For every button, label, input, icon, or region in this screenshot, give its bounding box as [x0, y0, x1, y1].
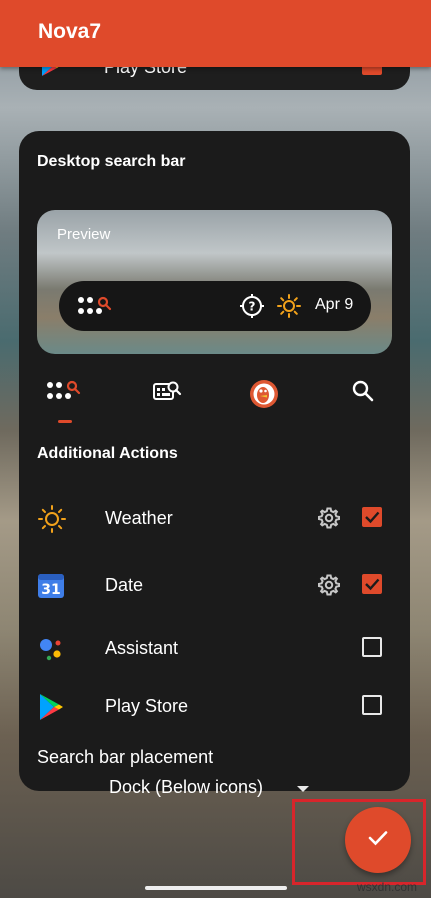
calendar-icon-day: 31 [41, 582, 60, 598]
app-drawer-search-icon [46, 379, 84, 410]
preview-search-pill: ? Apr 9 [59, 281, 371, 331]
keyboard-search-icon [152, 379, 182, 410]
tab-duckduckgo[interactable] [244, 379, 284, 419]
play-store-icon [37, 692, 67, 722]
weather-sun-icon [37, 504, 67, 534]
search-style-tabs [19, 371, 410, 423]
action-row-play-store[interactable]: Play Store [19, 678, 410, 734]
weather-checkbox[interactable] [362, 507, 382, 527]
chevron-down-icon [297, 786, 309, 792]
duckduckgo-icon [249, 379, 279, 414]
tab-plain-search[interactable] [343, 379, 383, 419]
action-label: Weather [105, 508, 173, 528]
watermark: wsxdn.com [357, 880, 418, 894]
placement-value: Dock (Below icons) [109, 777, 264, 797]
search-icon [351, 379, 375, 408]
svg-text:?: ? [249, 300, 256, 314]
action-label: Assistant [105, 638, 179, 658]
selected-tab-indicator [58, 420, 72, 423]
gear-icon[interactable] [317, 506, 341, 535]
preview-label: Preview [57, 226, 111, 243]
action-label: Date [105, 575, 144, 595]
placement-dropdown[interactable]: Dock (Below icons) [109, 777, 309, 803]
weather-sun-icon [277, 294, 301, 323]
navigation-home-bar[interactable] [145, 886, 287, 890]
additional-actions-title: Additional Actions [37, 445, 178, 462]
assistant-icon [37, 634, 67, 664]
action-label: Play Store [105, 696, 189, 716]
section-title: Desktop search bar [37, 153, 186, 170]
date-checkbox[interactable] [362, 574, 382, 594]
preview-date: Apr 9 [315, 296, 354, 313]
calendar-icon: 31 [37, 571, 67, 601]
assistant-checkbox[interactable] [362, 637, 382, 657]
tab-keyboard-search[interactable] [147, 379, 187, 419]
action-row-weather[interactable]: Weather [19, 490, 410, 546]
placement-title: Search bar placement [37, 747, 214, 767]
action-row-date[interactable]: 31 Date [19, 557, 410, 613]
gear-icon[interactable] [317, 573, 341, 602]
confirm-fab-button[interactable] [345, 807, 411, 873]
assistant-lens-icon: ? [240, 294, 264, 323]
app-drawer-search-icon [77, 295, 115, 324]
play-store-checkbox[interactable] [362, 695, 382, 715]
action-row-assistant[interactable]: Assistant [19, 620, 410, 676]
app-bar: Nova7 [0, 0, 431, 67]
search-bar-settings-card: Desktop search bar Preview ? Apr 9 Addit… [19, 131, 410, 797]
checkmark-icon [365, 825, 391, 856]
page-title: Nova7 [38, 20, 102, 43]
tab-app-drawer-search[interactable] [45, 379, 85, 419]
search-bar-preview: Preview ? Apr 9 [37, 210, 392, 354]
